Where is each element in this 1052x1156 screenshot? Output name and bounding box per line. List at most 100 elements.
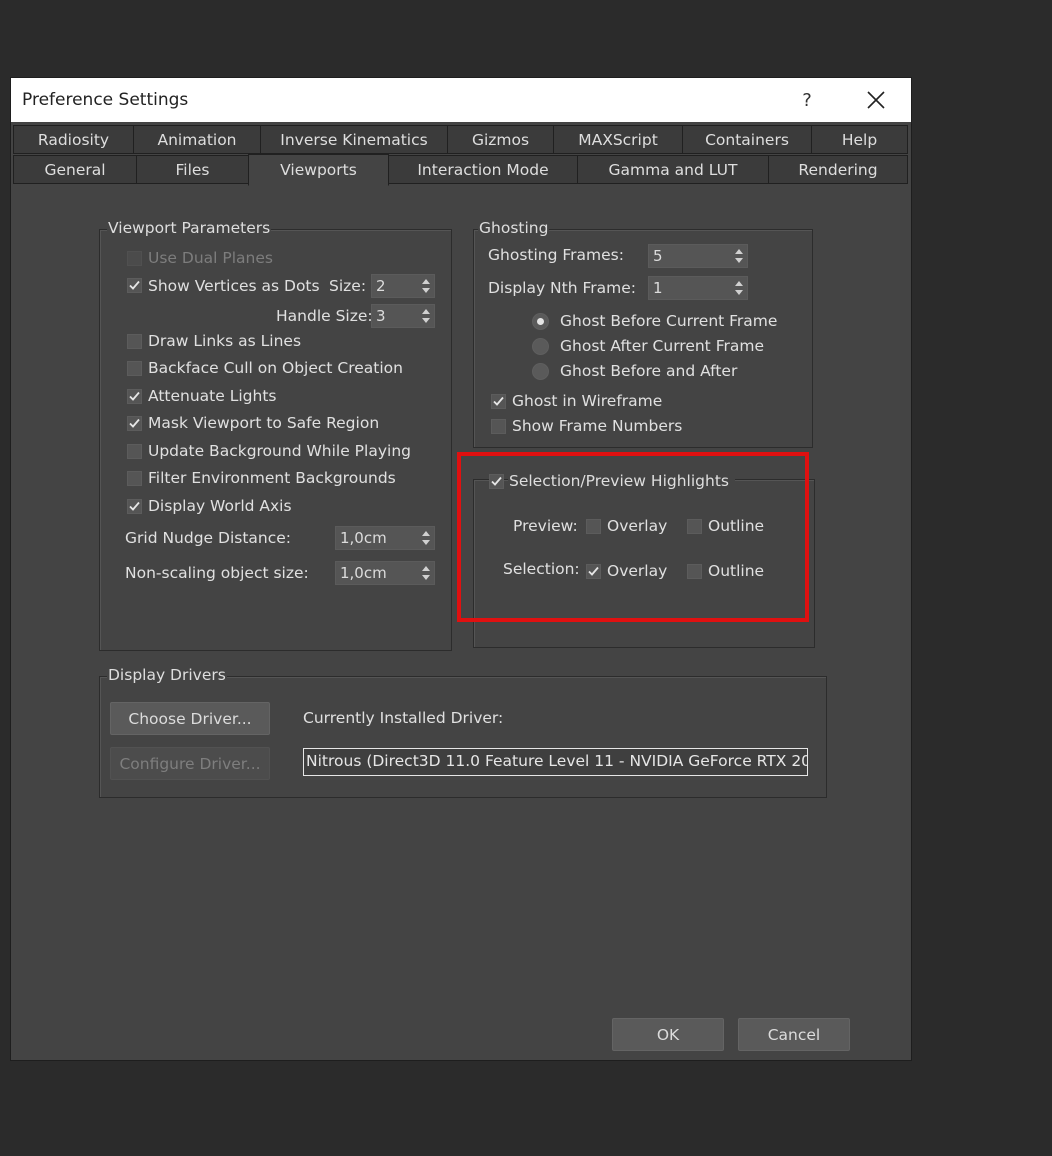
ghosting-frames-value: 5 xyxy=(653,247,663,265)
check-mark-icon xyxy=(129,501,140,511)
display-nth-frame-spinner[interactable]: 1 xyxy=(648,276,748,300)
help-button[interactable]: ? xyxy=(791,84,823,116)
ghost-wireframe-label: Ghost in Wireframe xyxy=(512,392,663,410)
backface-cull-label: Backface Cull on Object Creation xyxy=(148,359,403,377)
show-frame-numbers-checkbox[interactable] xyxy=(491,419,506,434)
check-mark-icon xyxy=(129,280,140,290)
preview-outline-checkbox[interactable] xyxy=(687,519,702,534)
tab-viewports[interactable]: Viewports xyxy=(248,154,389,186)
selection-overlay-label: Overlay xyxy=(607,562,668,580)
grid-nudge-spinner[interactable]: 1,0cm xyxy=(335,526,435,550)
tab-rendering[interactable]: Rendering xyxy=(768,155,908,184)
window-title: Preference Settings xyxy=(22,90,189,110)
ghost-before-label: Ghost Before Current Frame xyxy=(560,312,778,330)
check-mark-icon xyxy=(491,476,502,486)
close-icon xyxy=(867,91,885,109)
ghost-both-radio[interactable] xyxy=(532,363,549,380)
tab-maxscript[interactable]: MAXScript xyxy=(553,125,683,154)
handle-size-spinner[interactable]: 3 xyxy=(371,304,435,328)
size-spinner[interactable]: 2 xyxy=(371,274,435,298)
non-scaling-label: Non-scaling object size: xyxy=(125,564,309,582)
spinner-arrows-icon[interactable] xyxy=(420,277,432,295)
non-scaling-value: 1,0cm xyxy=(340,564,387,582)
grid-nudge-label: Grid Nudge Distance: xyxy=(125,529,292,547)
spinner-arrows-icon[interactable] xyxy=(420,307,432,325)
preview-overlay-checkbox[interactable] xyxy=(586,519,601,534)
size-value: 2 xyxy=(376,277,386,295)
installed-driver-field: Nitrous (Direct3D 11.0 Feature Level 11 … xyxy=(303,748,808,776)
close-button[interactable] xyxy=(859,84,893,116)
use-dual-planes-label: Use Dual Planes xyxy=(148,249,273,267)
ghost-before-radio[interactable] xyxy=(532,313,549,330)
check-mark-icon xyxy=(129,391,140,401)
tab-interaction-mode[interactable]: Interaction Mode xyxy=(388,155,578,184)
configure-driver-button[interactable]: Configure Driver... xyxy=(110,747,270,780)
preview-overlay-label: Overlay xyxy=(607,517,668,535)
attenuate-lights-checkbox[interactable] xyxy=(127,389,142,404)
show-vertices-checkbox[interactable] xyxy=(127,278,142,293)
ghost-after-label: Ghost After Current Frame xyxy=(560,337,764,355)
highlights-title: Selection/Preview Highlights xyxy=(508,472,735,490)
spinner-arrows-icon[interactable] xyxy=(733,247,745,265)
choose-driver-button[interactable]: Choose Driver... xyxy=(110,702,270,735)
tab-gamma-and-lut[interactable]: Gamma and LUT xyxy=(577,155,769,184)
check-mark-icon xyxy=(129,418,140,428)
draw-links-label: Draw Links as Lines xyxy=(148,332,302,350)
spinner-arrows-icon[interactable] xyxy=(420,564,432,582)
display-nth-frame-label: Display Nth Frame: xyxy=(488,279,636,297)
check-mark-icon xyxy=(493,396,504,406)
preview-outline-label: Outline xyxy=(708,517,765,535)
radio-selected-dot xyxy=(537,318,544,325)
tab-general[interactable]: General xyxy=(13,155,137,184)
mask-viewport-checkbox[interactable] xyxy=(127,416,142,431)
ghost-after-radio[interactable] xyxy=(532,338,549,355)
ok-button[interactable]: OK xyxy=(612,1018,724,1051)
selection-outline-label: Outline xyxy=(708,562,765,580)
selection-label: Selection: xyxy=(503,560,580,578)
viewport-parameters-title: Viewport Parameters xyxy=(107,219,272,237)
update-background-label: Update Background While Playing xyxy=(148,442,411,460)
draw-links-checkbox[interactable] xyxy=(127,334,142,349)
ghost-both-label: Ghost Before and After xyxy=(560,362,738,380)
display-nth-frame-value: 1 xyxy=(653,279,663,297)
tab-help[interactable]: Help xyxy=(811,125,908,154)
tab-inverse-kinematics[interactable]: Inverse Kinematics xyxy=(260,125,448,154)
ghosting-frames-spinner[interactable]: 5 xyxy=(648,244,748,268)
grid-nudge-value: 1,0cm xyxy=(340,529,387,547)
tab-files[interactable]: Files xyxy=(136,155,249,184)
ghost-wireframe-checkbox[interactable] xyxy=(491,394,506,409)
display-world-axis-checkbox[interactable] xyxy=(127,499,142,514)
handle-size-value: 3 xyxy=(376,307,386,325)
filter-environment-checkbox[interactable] xyxy=(127,471,142,486)
selection-outline-checkbox[interactable] xyxy=(687,564,702,579)
tab-gizmos[interactable]: Gizmos xyxy=(447,125,554,154)
title-bar: Preference Settings ? xyxy=(11,78,911,122)
use-dual-planes-checkbox[interactable] xyxy=(127,251,142,266)
show-frame-numbers-label: Show Frame Numbers xyxy=(512,417,683,435)
size-label: Size: xyxy=(329,277,367,295)
backface-cull-checkbox[interactable] xyxy=(127,361,142,376)
cancel-button[interactable]: Cancel xyxy=(738,1018,850,1051)
update-background-checkbox[interactable] xyxy=(127,444,142,459)
spinner-arrows-icon[interactable] xyxy=(733,279,745,297)
display-world-axis-label: Display World Axis xyxy=(148,497,292,515)
check-mark-icon xyxy=(588,566,599,576)
ghosting-frames-label: Ghosting Frames: xyxy=(488,246,624,264)
non-scaling-spinner[interactable]: 1,0cm xyxy=(335,561,435,585)
tab-containers[interactable]: Containers xyxy=(682,125,812,154)
tab-radiosity[interactable]: Radiosity xyxy=(13,125,134,154)
display-drivers-title: Display Drivers xyxy=(107,666,227,684)
ghosting-title: Ghosting xyxy=(478,219,550,237)
attenuate-lights-label: Attenuate Lights xyxy=(148,387,277,405)
handle-size-label: Handle Size: xyxy=(276,307,373,325)
highlights-checkbox[interactable] xyxy=(489,474,504,489)
spinner-arrows-icon[interactable] xyxy=(420,529,432,547)
show-vertices-label: Show Vertices as Dots xyxy=(148,277,320,295)
selection-overlay-checkbox[interactable] xyxy=(586,564,601,579)
preview-label: Preview: xyxy=(513,517,578,535)
mask-viewport-label: Mask Viewport to Safe Region xyxy=(148,414,380,432)
tab-animation[interactable]: Animation xyxy=(133,125,261,154)
filter-environment-label: Filter Environment Backgrounds xyxy=(148,469,396,487)
installed-driver-label: Currently Installed Driver: xyxy=(303,709,504,727)
preference-settings-dialog: Preference Settings ? Radiosity Animatio… xyxy=(11,78,911,1060)
